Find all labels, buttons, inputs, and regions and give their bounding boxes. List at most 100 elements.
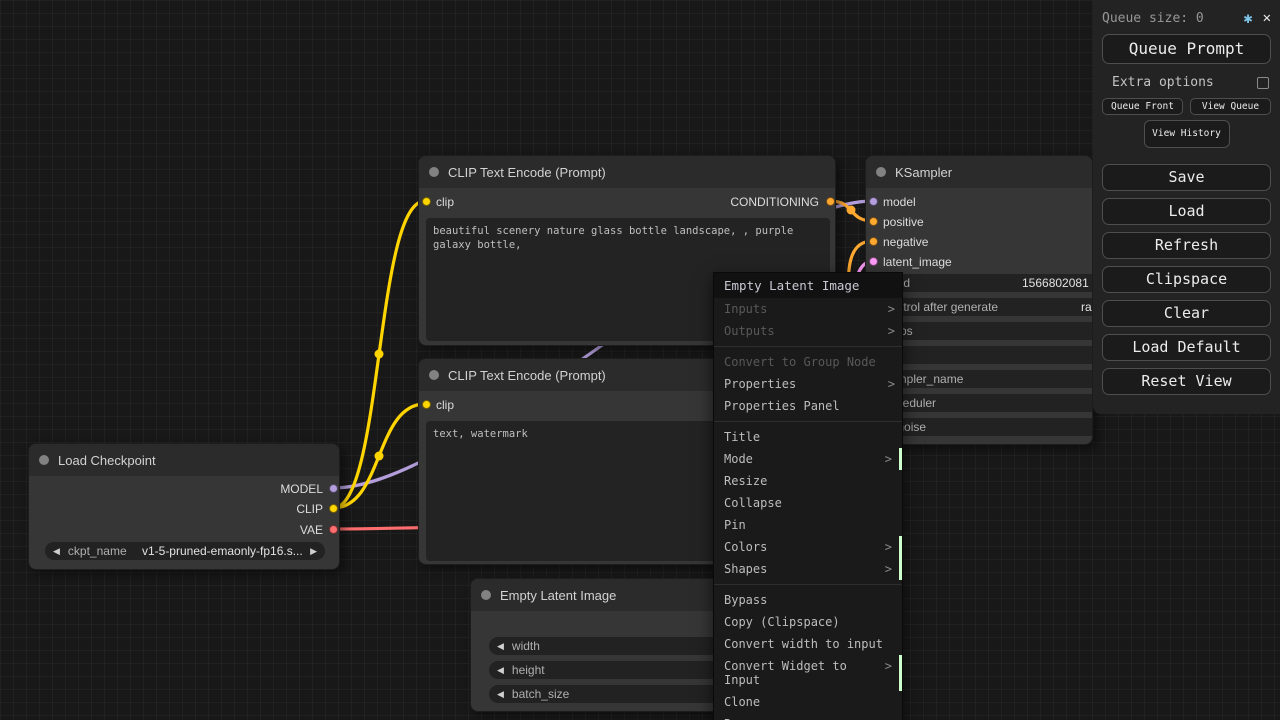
node-header[interactable]: CLIP Text Encode (Prompt) [419, 156, 835, 188]
submenu-arrow-icon: > [885, 540, 892, 554]
node-header[interactable]: KSampler [866, 156, 1092, 188]
menu-item-outputs[interactable]: Outputs> [714, 320, 902, 342]
widget-label: batch_size [512, 687, 569, 701]
widget-label: width [512, 639, 540, 653]
menu-item-copy-clipspace[interactable]: Copy (Clipspace) [714, 611, 902, 633]
clipspace-button[interactable]: Clipspace [1102, 266, 1271, 293]
menu-item-resize[interactable]: Resize [714, 470, 902, 492]
collapse-dot-icon[interactable] [481, 590, 491, 600]
view-queue-button[interactable]: View Queue [1190, 98, 1271, 115]
queue-size-label: Queue size: 0 [1102, 11, 1244, 26]
input-slot-positive[interactable] [869, 217, 878, 226]
ckpt-name-widget[interactable]: ◀ ckpt_name v1-5-pruned-emaonly-fp16.s..… [45, 542, 325, 560]
submenu-arrow-icon: > [888, 377, 895, 391]
menu-item-convert-widget-to-input[interactable]: Convert Widget to Input> [714, 655, 902, 691]
next-value-icon[interactable]: ▶ [310, 546, 317, 557]
denoise-widget[interactable]: denoise [874, 418, 1093, 436]
prev-value-icon[interactable]: ◀ [497, 665, 504, 676]
settings-gear-icon[interactable]: ✱ [1244, 9, 1253, 27]
input-slot-latent-image[interactable] [869, 257, 878, 266]
node-title: CLIP Text Encode (Prompt) [448, 165, 606, 180]
menu-item-inputs[interactable]: Inputs> [714, 298, 902, 320]
prev-value-icon[interactable]: ◀ [497, 689, 504, 700]
output-label-clip: CLIP [296, 502, 323, 516]
menu-item-properties-panel[interactable]: Properties Panel [714, 395, 902, 417]
input-label-model: model [883, 195, 916, 209]
comfy-menu-panel: Queue size: 0 ✱ ✕ Queue Prompt Extra opt… [1093, 0, 1280, 414]
prev-value-icon[interactable]: ◀ [497, 641, 504, 652]
menu-item-clone[interactable]: Clone [714, 691, 902, 713]
node-header[interactable]: Load Checkpoint [29, 444, 339, 476]
input-slot-negative[interactable] [869, 237, 878, 246]
load-button[interactable]: Load [1102, 198, 1271, 225]
menu-separator [714, 584, 902, 585]
reset-view-button[interactable]: Reset View [1102, 368, 1271, 395]
extra-options-label: Extra options [1112, 75, 1257, 90]
menu-item-mode[interactable]: Mode> [714, 448, 902, 470]
submenu-arrow-icon: > [888, 302, 895, 316]
menu-item-properties[interactable]: Properties> [714, 373, 902, 395]
input-slot-clip[interactable] [422, 197, 431, 206]
submenu-arrow-icon: > [885, 659, 892, 673]
wire-midpoint-dot [375, 350, 384, 359]
wire-midpoint-dot [375, 452, 384, 461]
collapse-dot-icon[interactable] [39, 455, 49, 465]
scheduler-widget[interactable]: scheduler [874, 394, 1093, 412]
widget-value: randomize [1081, 298, 1093, 316]
submenu-arrow-icon: > [885, 452, 892, 466]
node-load-checkpoint[interactable]: Load Checkpoint MODEL CLIP VAE ◀ ckpt_na… [28, 443, 340, 570]
queue-front-button[interactable]: Queue Front [1102, 98, 1183, 115]
input-slot-clip[interactable] [422, 400, 431, 409]
sampler-name-widget[interactable]: sampler_name [874, 370, 1093, 388]
collapse-dot-icon[interactable] [876, 167, 886, 177]
control-after-generate-widget[interactable]: control after generate randomize [874, 298, 1093, 316]
input-slot-model[interactable] [869, 197, 878, 206]
save-button[interactable]: Save [1102, 164, 1271, 191]
menu-item-convert-width-to-input[interactable]: Convert width to input [714, 633, 902, 655]
widget-value: v1-5-pruned-emaonly-fp16.s... [135, 544, 310, 558]
menu-item-colors[interactable]: Colors> [714, 536, 902, 558]
menu-separator [714, 421, 902, 422]
output-slot-conditioning[interactable] [826, 197, 835, 206]
menu-item-collapse[interactable]: Collapse [714, 492, 902, 514]
clear-button[interactable]: Clear [1102, 300, 1271, 327]
menu-item-pin[interactable]: Pin [714, 514, 902, 536]
context-menu-title: Empty Latent Image [714, 273, 902, 298]
node-title: CLIP Text Encode (Prompt) [448, 368, 606, 383]
cfg-widget[interactable]: cfg [874, 346, 1093, 364]
load-default-button[interactable]: Load Default [1102, 334, 1271, 361]
view-history-button[interactable]: View History [1144, 120, 1230, 148]
menu-item-remove[interactable]: Remove [714, 713, 902, 720]
node-context-menu: Empty Latent Image Inputs> Outputs> Conv… [713, 272, 903, 720]
refresh-button[interactable]: Refresh [1102, 232, 1271, 259]
node-title: Load Checkpoint [58, 453, 156, 468]
node-title: KSampler [895, 165, 952, 180]
prev-value-icon[interactable]: ◀ [53, 546, 60, 557]
submenu-arrow-icon: > [885, 562, 892, 576]
input-label-latent-image: latent_image [883, 255, 952, 269]
steps-widget[interactable]: steps [874, 322, 1093, 340]
input-label-clip: clip [436, 398, 454, 412]
menu-item-convert-to-group-node[interactable]: Convert to Group Node [714, 351, 902, 373]
close-icon[interactable]: ✕ [1263, 10, 1271, 26]
output-slot-clip[interactable] [329, 504, 338, 513]
menu-separator [714, 346, 902, 347]
submenu-arrow-icon: > [888, 324, 895, 338]
seed-widget[interactable]: seed 1566802081 [874, 274, 1093, 292]
queue-prompt-button[interactable]: Queue Prompt [1102, 34, 1271, 64]
output-slot-vae[interactable] [329, 525, 338, 534]
extra-options-checkbox[interactable] [1257, 77, 1269, 89]
widget-value: 1566802081 [1022, 274, 1089, 292]
output-slot-model[interactable] [329, 484, 338, 493]
output-label-vae: VAE [300, 523, 323, 537]
menu-item-title[interactable]: Title [714, 426, 902, 448]
widget-label: ckpt_name [68, 544, 127, 558]
menu-item-bypass[interactable]: Bypass [714, 589, 902, 611]
node-title: Empty Latent Image [500, 588, 616, 603]
collapse-dot-icon[interactable] [429, 167, 439, 177]
menu-item-shapes[interactable]: Shapes> [714, 558, 902, 580]
widget-label: height [512, 663, 545, 677]
collapse-dot-icon[interactable] [429, 370, 439, 380]
wire-midpoint-dot [847, 206, 856, 215]
input-label-negative: negative [883, 235, 928, 249]
